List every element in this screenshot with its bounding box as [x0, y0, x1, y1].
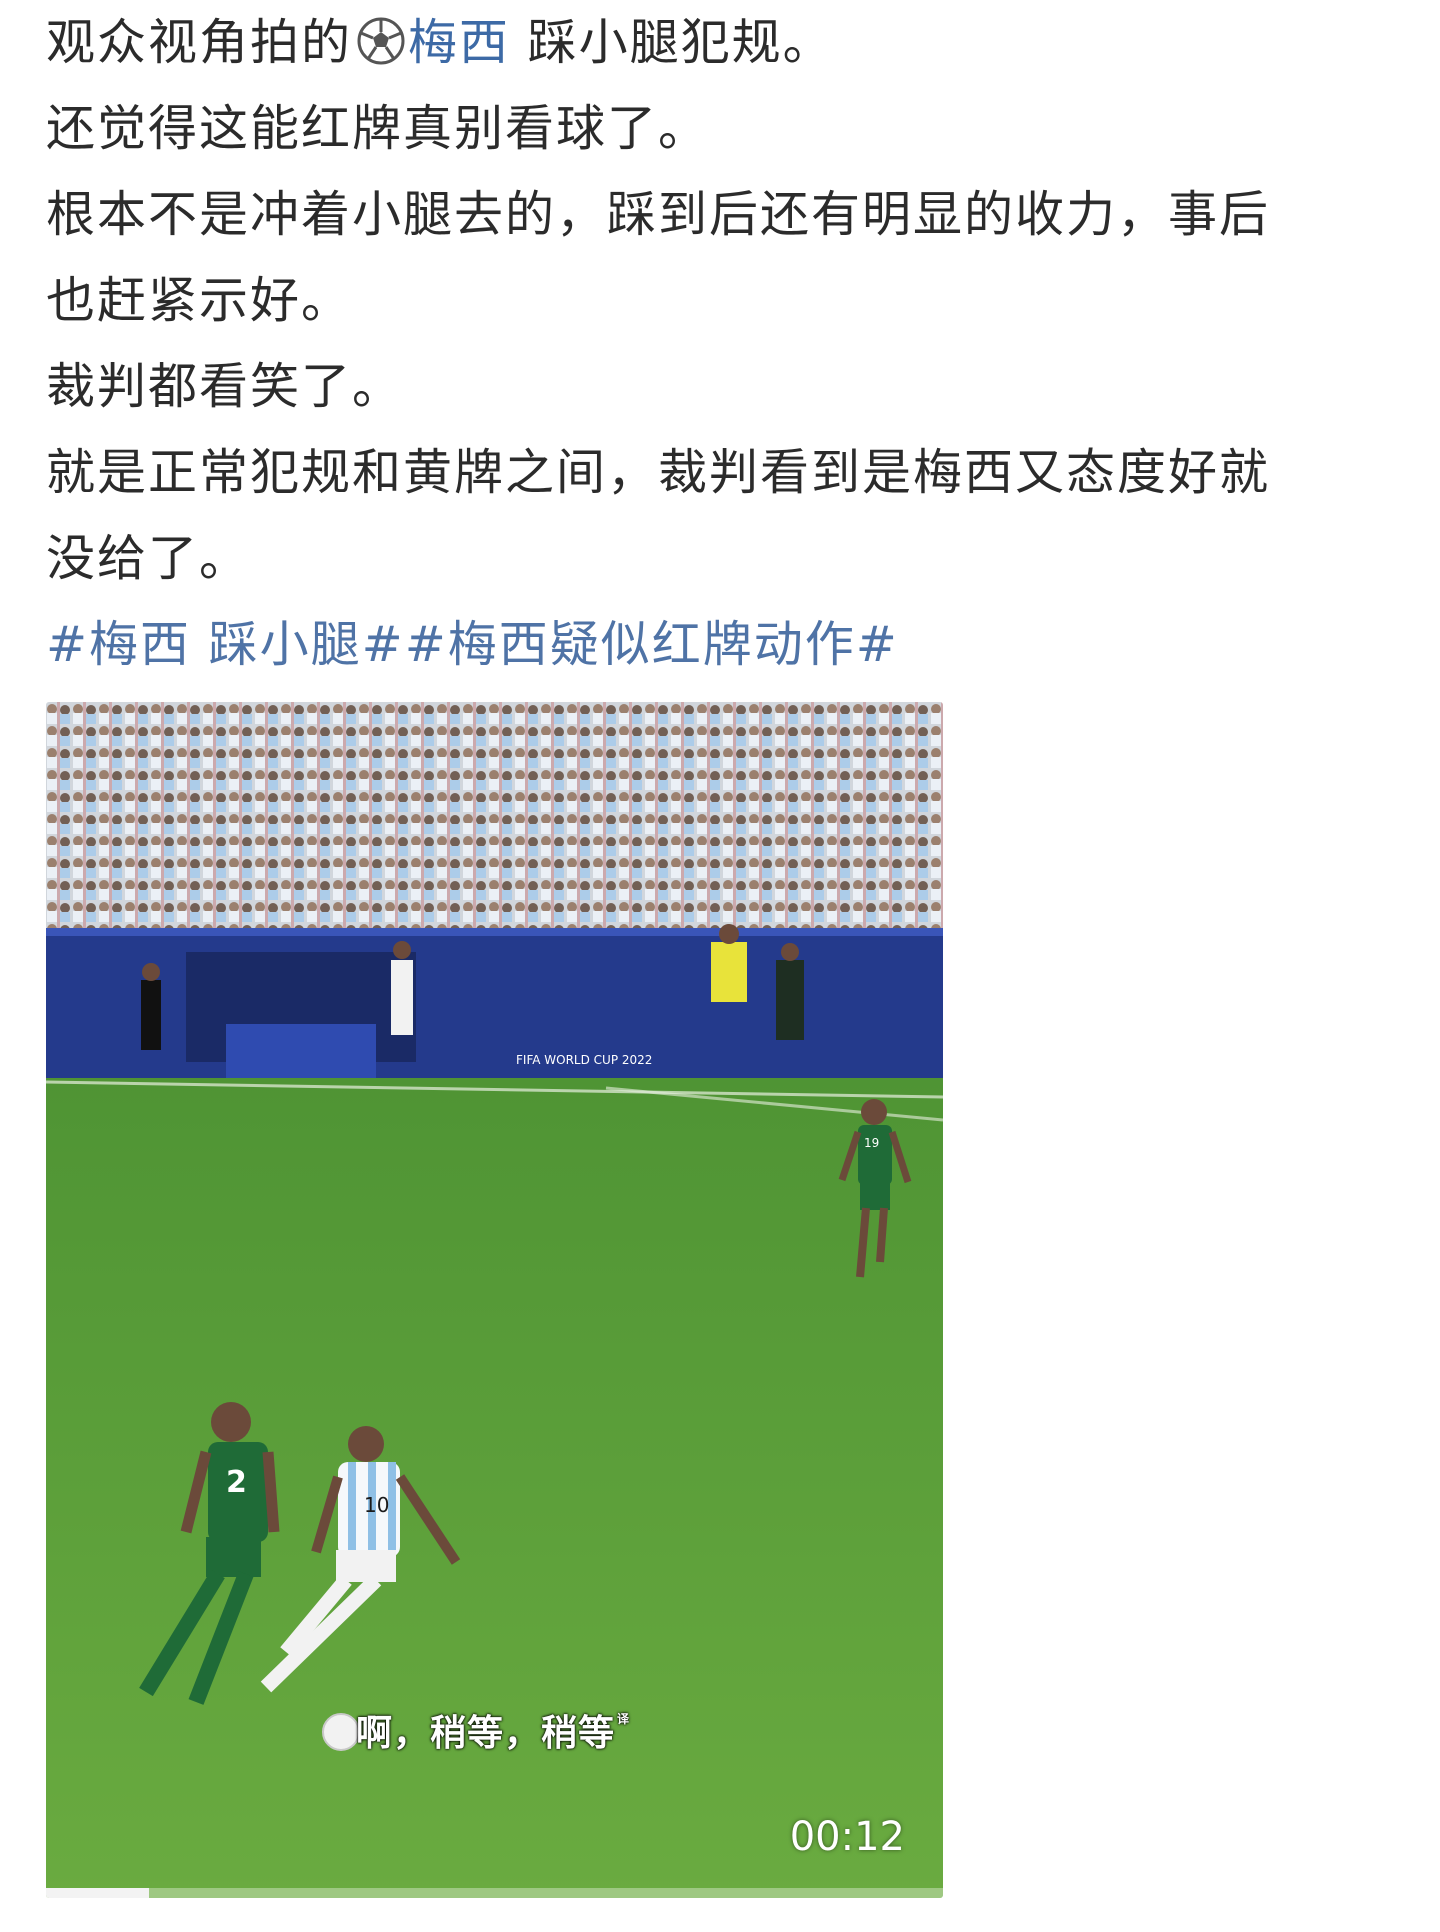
svg-text:2: 2 — [226, 1465, 247, 1500]
soccer-ball-icon — [356, 7, 406, 65]
topic-tags: #梅西 踩小腿##梅西疑似红牌动作# — [46, 602, 1416, 688]
video-progress-track[interactable] — [46, 1888, 943, 1898]
weibo-post: 观众视角拍的 梅西 踩小腿犯规。 还觉得这能红牌真别看球了。 根本不是冲着小腿去的… — [46, 0, 1416, 688]
pitch — [46, 1078, 943, 1898]
post-line-1: 观众视角拍的 梅西 踩小腿犯规。 — [46, 0, 1416, 86]
post-line-3: 根本不是冲着小腿去的，踩到后还有明显的收力，事后 也赶紧示好。 — [46, 172, 1416, 344]
mention-link[interactable]: 梅西 — [408, 14, 510, 71]
post-line-5: 就是正常犯规和黄牌之间，裁判看到是梅西又态度好就 没给了。 — [46, 430, 1416, 602]
post-text: 观众视角拍的 — [46, 14, 353, 71]
post-text: 就是正常犯规和黄牌之间，裁判看到是梅西又态度好就 — [46, 444, 1271, 501]
post-text: 也赶紧示好。 — [46, 272, 353, 329]
board-text: FIFA WORLD CUP 2022 — [516, 1053, 652, 1067]
video-player[interactable]: FIFA WORLD CUP 2022 19 2 10 啊，稍等，稍等 译 00… — [46, 702, 943, 1898]
video-progress-fill — [46, 1888, 150, 1898]
post-text: 根本不是冲着小腿去的，踩到后还有明显的收力，事后 — [46, 186, 1271, 243]
ball — [322, 1713, 360, 1751]
post-line-2: 还觉得这能红牌真别看球了。 — [46, 100, 710, 157]
video-subtitle: 啊，稍等，稍等译 — [356, 1704, 630, 1756]
topic-tag-1[interactable]: #梅西 踩小腿# — [46, 616, 405, 673]
subtitle-text: 啊，稍等，稍等 — [356, 1713, 616, 1754]
svg-text:10: 10 — [364, 1493, 389, 1517]
svg-text:19: 19 — [864, 1136, 879, 1150]
post-line-4: 裁判都看笑了。 — [46, 358, 404, 415]
post-text: 踩小腿犯规。 — [510, 14, 834, 71]
topic-tag-2[interactable]: #梅西疑似红牌动作# — [405, 616, 899, 673]
translation-mark: 译 — [617, 1712, 631, 1726]
video-timestamp: 00:12 — [789, 1814, 905, 1860]
ad-boards — [46, 928, 943, 1088]
post-text: 没给了。 — [46, 530, 251, 587]
